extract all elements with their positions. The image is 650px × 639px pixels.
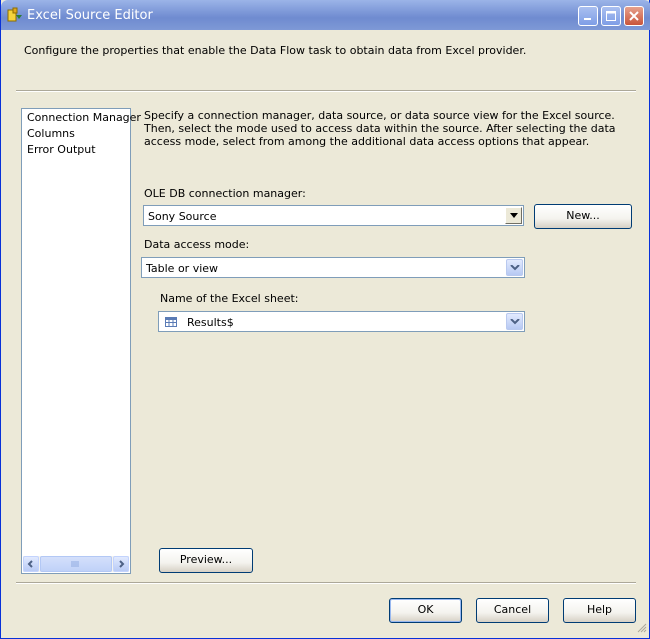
- footer-divider: [16, 582, 636, 584]
- grip-icon: [71, 561, 79, 567]
- access-mode-combo[interactable]: Table or view: [141, 257, 525, 278]
- chevron-down-icon: [510, 265, 520, 271]
- connection-manager-value: Sony Source: [148, 210, 217, 223]
- nav-horizontal-scrollbar[interactable]: [23, 556, 129, 572]
- window-title: Excel Source Editor: [27, 8, 153, 23]
- instructions-text: Specify a connection manager, data sourc…: [144, 109, 616, 148]
- page-navigation-list[interactable]: Connection Manager Columns Error Output: [21, 108, 141, 574]
- access-mode-label: Data access mode:: [144, 238, 250, 251]
- excel-sheet-value: Results$: [187, 316, 234, 329]
- excel-source-icon: [7, 7, 23, 23]
- preview-button[interactable]: Preview...: [159, 548, 253, 573]
- excel-source-editor-window: Excel Source Editor Configure the proper…: [0, 0, 650, 639]
- resize-grip-icon[interactable]: [637, 623, 647, 636]
- maximize-button[interactable]: [601, 6, 621, 26]
- access-mode-dropdown-button[interactable]: [506, 259, 523, 276]
- title-bar[interactable]: Excel Source Editor: [1, 0, 650, 30]
- nav-item-connection-manager[interactable]: Connection Manager: [27, 111, 141, 124]
- excel-sheet-label: Name of the Excel sheet:: [160, 292, 299, 305]
- cancel-button[interactable]: Cancel: [476, 598, 549, 623]
- access-mode-value: Table or view: [146, 262, 219, 275]
- help-button[interactable]: Help: [563, 598, 636, 623]
- chevron-right-icon: [119, 560, 125, 568]
- new-connection-button[interactable]: New...: [534, 204, 632, 229]
- scroll-right-button[interactable]: [113, 556, 129, 572]
- close-button[interactable]: [624, 6, 644, 26]
- minimize-button[interactable]: [578, 6, 598, 26]
- editor-description: Configure the properties that enable the…: [24, 44, 527, 57]
- connection-manager-combo[interactable]: Sony Source: [143, 205, 524, 226]
- connection-manager-label: OLE DB connection manager:: [144, 187, 306, 200]
- scroll-left-button[interactable]: [23, 556, 39, 572]
- connection-manager-dropdown-button[interactable]: [505, 207, 522, 224]
- ok-button[interactable]: OK: [389, 598, 462, 623]
- chevron-left-icon: [27, 560, 33, 568]
- chevron-down-icon: [510, 213, 518, 218]
- nav-item-columns[interactable]: Columns: [27, 127, 75, 140]
- excel-sheet-dropdown-button[interactable]: [506, 313, 523, 330]
- nav-item-error-output[interactable]: Error Output: [27, 143, 96, 156]
- excel-sheet-combo[interactable]: Results$: [158, 311, 525, 332]
- header-divider: [16, 90, 636, 92]
- chevron-down-icon: [510, 319, 520, 325]
- table-icon: [165, 317, 177, 327]
- scroll-thumb[interactable]: [40, 556, 112, 572]
